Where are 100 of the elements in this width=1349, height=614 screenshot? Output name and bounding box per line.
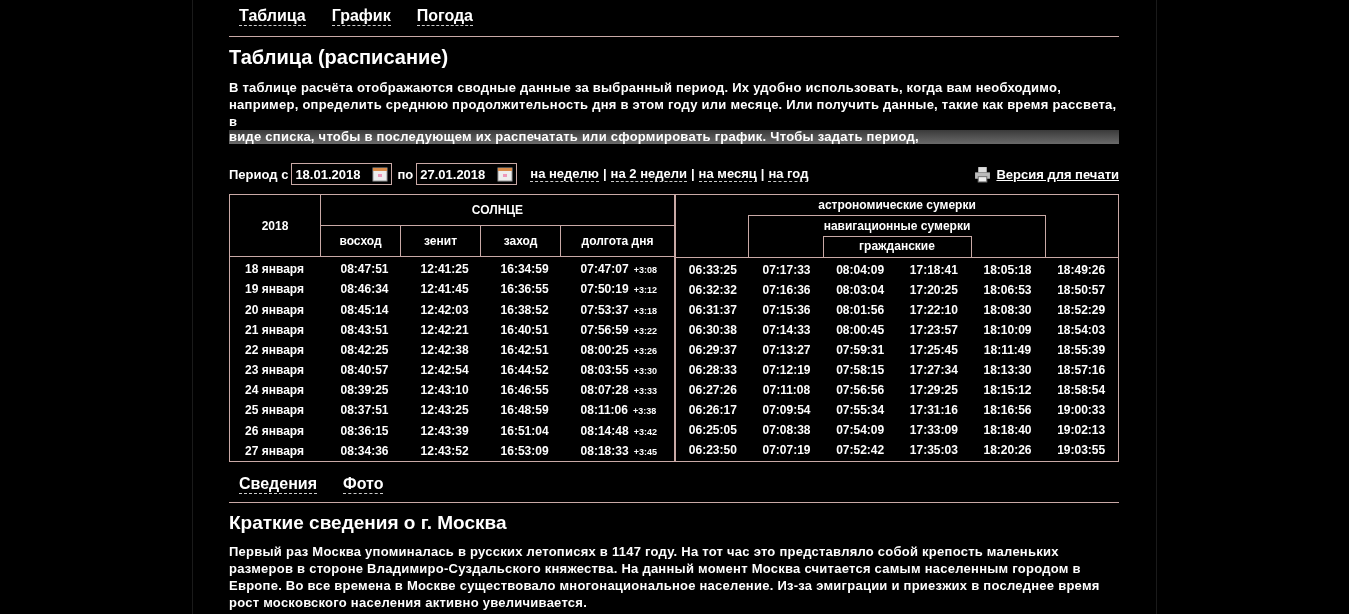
table-cell-text: 07:16:36 (761, 283, 812, 297)
table-cell-text: 12:43:25 (419, 402, 470, 420)
table-cell-text: 16:46:55 (499, 382, 550, 400)
table-cell-text: 08:46:34 (339, 281, 390, 299)
table-cell-text: 17:29:25 (908, 383, 959, 397)
table-cell: 08:03:55 +3:30 (560, 359, 675, 381)
column-header: астрономические сумерки (818, 197, 976, 214)
table-cell-text: 18:52:29 (1056, 303, 1107, 317)
tab[interactable]: График (331, 6, 391, 26)
table-cell-text: 18:16:56 (982, 403, 1033, 417)
table-cell: 08:11:06 +3:38 (560, 400, 675, 421)
print-version-link[interactable]: Версия для печати (996, 166, 1119, 182)
calendar-icon[interactable] (497, 166, 514, 182)
table-cell: 07:47:07 +3:08 (560, 256, 675, 280)
table-cell-text: 18:08:30 (982, 303, 1033, 317)
delta-text: +3:26 (633, 345, 657, 356)
table-cell-text: 12:42:21 (419, 321, 470, 339)
table-cell-text: 18:55:39 (1056, 343, 1107, 357)
table-cell-text: 12:42:03 (419, 301, 470, 319)
tab[interactable]: Сведения (239, 474, 317, 494)
table-cell-text: 19:02:13 (1056, 423, 1107, 437)
table-header: СОЛНЦЕ (320, 194, 675, 226)
range-link[interactable]: на неделю (530, 166, 599, 182)
calendar-icon[interactable] (372, 166, 389, 182)
table-cell-text: 16:36:55 (499, 281, 550, 299)
table-cell-text: 18:06:53 (982, 283, 1033, 297)
date-cell: 24 января (229, 380, 321, 401)
table-cell-text: 18:57:16 (1056, 363, 1107, 377)
table-cell-text: 17:22:10 (908, 303, 959, 317)
table-cell-text: 06:29:37 (687, 343, 738, 357)
column-header: долгота дня (560, 225, 675, 257)
table-cell-text: 07:12:19 (761, 363, 812, 377)
section-title: Таблица (расписание) (229, 46, 450, 69)
tab[interactable]: Таблица (239, 6, 306, 26)
delta-text: +3:42 (633, 426, 657, 437)
delta-text: +3:33 (633, 386, 657, 397)
table-cell-text: 18:58:54 (1056, 383, 1107, 397)
table-cell-text: 06:32:32 (687, 283, 738, 297)
delta-text: +3:45 (633, 446, 657, 457)
date-field[interactable]: 27.01.2018 (416, 163, 518, 185)
table-cell-text: 17:25:45 (908, 343, 959, 357)
range-link[interactable]: на 2 недели (610, 166, 687, 182)
delta-text: +3:12 (633, 285, 657, 296)
table-cell-text: 12:42:54 (419, 362, 470, 380)
table-cell-text: 08:01:56 (835, 303, 886, 317)
table-cell-text: 12:43:39 (419, 422, 470, 440)
table-cell: 16:34:59 (480, 256, 561, 280)
tab[interactable]: Фото (342, 474, 384, 494)
table-cell-text: 17:31:16 (908, 403, 959, 417)
table-cell-text: 18:50:57 (1056, 283, 1107, 297)
range-link[interactable]: на месяц (698, 166, 757, 182)
info-text: Первый раз Москва упоминалась в русских летописях в 1147 году. На тот час это представляло собой крепость маленьких размеров в стороне Владимиро-Суздальского княжества. На данный момент Москва считается самым населенным городом в Европе. Во все времена в Москве существовало многонациональное население. Из-за эмиграции и приезжих в последнее время рост московского населения активно увеличивается. (229, 543, 1101, 611)
table-cell-text: 07:08:38 (761, 423, 812, 437)
table-cell-text: 06:25:05 (687, 423, 738, 437)
table-cell-text: 08:36:15 (339, 422, 390, 440)
date-field[interactable]: 18.01.2018 (291, 163, 393, 185)
table-cell: 12:43:52 (400, 440, 481, 462)
table-cell-text: 07:54:09 (835, 423, 886, 437)
column-header: гражданские (822, 236, 972, 257)
period-label: по (397, 166, 414, 182)
faded-text: виде списка, чтобы в последующем их распечатать или сформировать график. Чтобы задать период, (229, 130, 1119, 144)
date-cell: 20 января (229, 299, 321, 320)
date-cell: 25 января (229, 400, 321, 421)
table-cell-text: 07:14:33 (761, 323, 812, 337)
table-cell-text: 12:41:45 (419, 281, 470, 299)
table-cell-text: 08:39:25 (339, 382, 390, 400)
table-cell: 07:50:19 +3:12 (560, 279, 675, 300)
table-cell-text: 16:44:52 (499, 362, 550, 380)
range-link[interactable]: на год (768, 166, 809, 182)
table-cell-text: 16:38:52 (499, 301, 550, 319)
table-cell-text: 08:40:57 (339, 362, 390, 380)
separator: | (602, 166, 607, 182)
table-cell-text: 16:40:51 (499, 321, 550, 339)
table-cell-text: 12:42:38 (419, 341, 470, 359)
delta-text: +3:22 (633, 325, 657, 336)
separator: | (690, 166, 695, 182)
table-cell-text: 16:48:59 (499, 402, 550, 420)
table-cell-text: 17:18:41 (908, 263, 959, 277)
table-cell-text: 18:54:03 (1056, 323, 1107, 337)
table-cell: 16:53:09 (480, 440, 561, 462)
table-cell-text: 08:37:51 (339, 402, 390, 420)
printer-icon[interactable] (974, 165, 992, 183)
column-header: зенит (400, 225, 481, 257)
tab[interactable]: Погода (416, 6, 473, 26)
delta-text: +3:30 (633, 366, 657, 377)
table-cell-text: 18:49:26 (1056, 263, 1107, 277)
table-cell-text: 18:05:18 (982, 263, 1033, 277)
table-cell-text: 07:13:27 (761, 343, 812, 357)
table-cell: 07:56:59 +3:22 (560, 319, 675, 340)
table-cell-text: 06:30:38 (687, 323, 738, 337)
table-cell-text: 08:43:51 (339, 321, 390, 339)
section-title: Краткие сведения о г. Москва (229, 512, 508, 534)
table-cell-text: 07:07:19 (761, 443, 812, 457)
table-cell-text: 06:33:25 (687, 263, 738, 277)
table-cell-text: 19:03:55 (1056, 443, 1107, 457)
table-cell-text: 07:09:54 (761, 403, 812, 417)
delta-text: +3:38 (632, 406, 657, 417)
table-cell-text: 06:23:50 (687, 443, 738, 457)
table-cell-text: 08:42:25 (339, 341, 390, 359)
table-cell-text: 06:28:33 (687, 363, 738, 377)
